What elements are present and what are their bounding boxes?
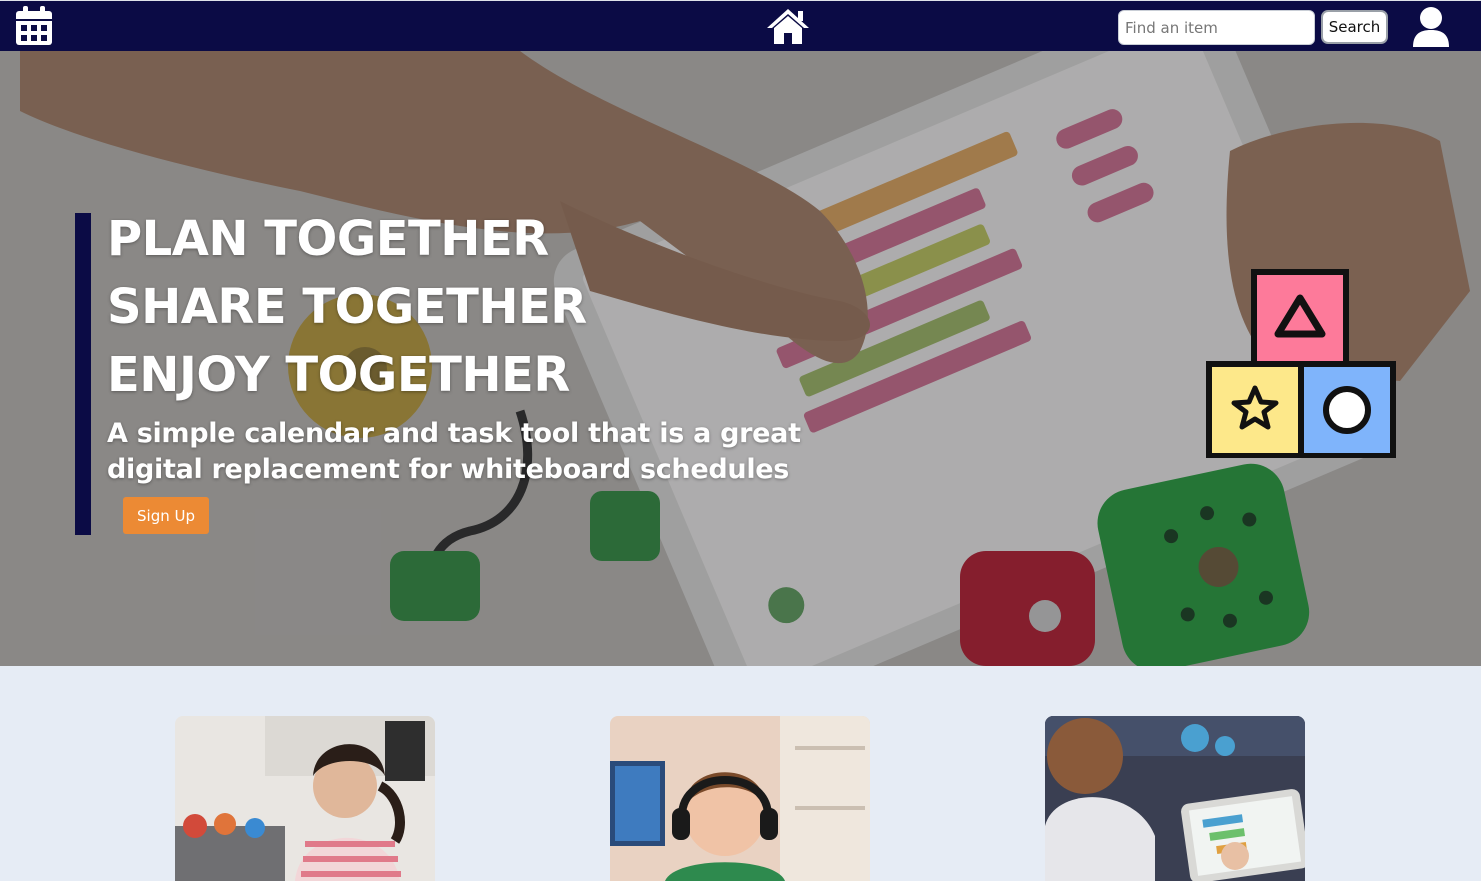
photo-boy-headphones [610, 716, 870, 881]
toy-blocks-icon [1206, 268, 1396, 459]
photo-boy-tablet [1045, 716, 1305, 881]
calendar-icon[interactable] [14, 5, 54, 47]
hero-heading-line-2: SHARE TOGETHER [107, 279, 587, 335]
hero-heading-line-3: ENJOY TOGETHER [107, 347, 570, 403]
photo-girl-playing [175, 716, 435, 881]
search-input[interactable] [1118, 10, 1315, 45]
card-girl-playing[interactable] [175, 716, 435, 881]
hero-subtitle: A simple calendar and task tool that is … [107, 418, 801, 485]
search-button[interactable]: Search [1321, 10, 1388, 44]
home-icon[interactable] [764, 6, 812, 46]
hero-banner: PLAN TOGETHER SHARE TOGETHER ENJOY TOGET… [0, 51, 1481, 666]
card-boy-headphones[interactable] [610, 716, 870, 881]
navbar: Search [0, 0, 1481, 51]
card-boy-tablet[interactable] [1045, 716, 1305, 881]
signup-button[interactable]: Sign Up [123, 497, 209, 534]
hero-heading-line-1: PLAN TOGETHER [107, 211, 549, 267]
hero-accent-bar [75, 213, 91, 535]
user-icon[interactable] [1410, 5, 1452, 49]
